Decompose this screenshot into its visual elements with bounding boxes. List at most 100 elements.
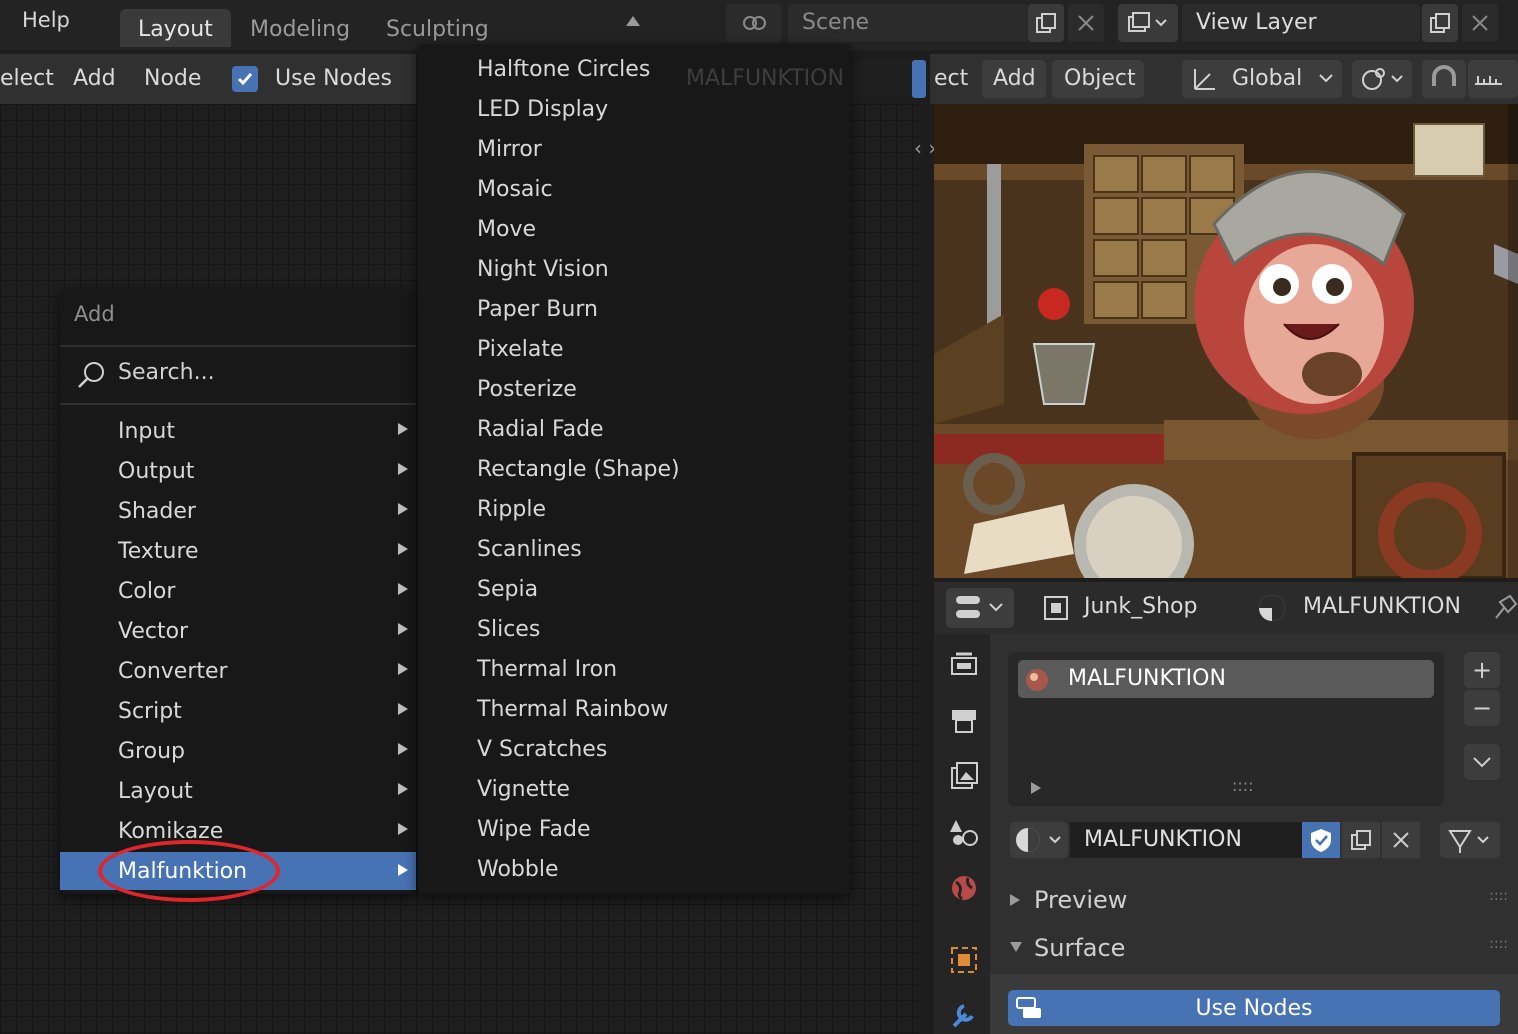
submenu-item[interactable]: Halftone Circles — [477, 57, 650, 97]
tab-world[interactable] — [944, 868, 984, 908]
submenu-item[interactable]: Vignette — [477, 777, 570, 817]
menu-item-label: Converter — [118, 659, 228, 684]
submenu-item[interactable]: Paper Burn — [477, 297, 598, 337]
submenu-item[interactable]: LED Display — [477, 97, 608, 137]
view-layer-delete-icon[interactable] — [1462, 4, 1498, 42]
tab-scene[interactable] — [944, 812, 984, 852]
tab-layout[interactable]: Layout — [120, 9, 231, 47]
viewport-menu-select[interactable]: ect — [934, 66, 968, 91]
submenu-item[interactable]: Scanlines — [477, 537, 582, 577]
search-icon — [76, 360, 106, 390]
menu-item-group[interactable]: Group — [60, 731, 416, 771]
tab-render[interactable] — [944, 644, 984, 684]
view-layer-browse-icon[interactable] — [1118, 4, 1178, 42]
highlight-annotation-ring — [98, 840, 280, 902]
pin-icon[interactable] — [1490, 592, 1518, 624]
material-slot-label: MALFUNKTION — [1068, 666, 1226, 691]
submenu-item[interactable]: Thermal Rainbow — [477, 697, 668, 737]
submenu-arrow-icon — [398, 463, 408, 475]
tab-modeling[interactable]: Modeling — [232, 9, 368, 47]
use-nodes-button[interactable]: Use Nodes — [1008, 990, 1500, 1026]
submenu-item[interactable]: Move — [477, 217, 536, 257]
add-menu-search[interactable]: Search... — [74, 358, 404, 394]
menu-node[interactable]: Node — [144, 66, 201, 91]
submenu-item[interactable]: V Scratches — [477, 737, 607, 777]
submenu-item[interactable]: Wobble — [477, 857, 559, 897]
transform-orientation-icon — [1190, 64, 1220, 94]
menu-item-output[interactable]: Output — [60, 451, 416, 491]
submenu-arrow-icon — [398, 823, 408, 835]
unlink-material-button[interactable] — [1382, 822, 1420, 858]
panel-preview[interactable]: Preview :::: — [1008, 882, 1508, 926]
expand-arrow-icon[interactable] — [1028, 780, 1044, 796]
tab-modifiers[interactable] — [944, 994, 984, 1034]
use-nodes-checkbox[interactable] — [232, 66, 258, 92]
submenu-arrow-icon — [398, 583, 408, 595]
menu-item-input[interactable]: Input — [60, 411, 416, 451]
menu-item-texture[interactable]: Texture — [60, 531, 416, 571]
menu-item-shader[interactable]: Shader — [60, 491, 416, 531]
material-icon — [1256, 592, 1288, 624]
submenu-item[interactable]: Ripple — [477, 497, 546, 537]
duplicate-material-button[interactable] — [1342, 822, 1380, 858]
header-field-partial[interactable] — [850, 60, 918, 98]
object-data-icon — [1040, 592, 1072, 624]
submenu-item[interactable]: Radial Fade — [477, 417, 604, 457]
menu-item-vector[interactable]: Vector — [60, 611, 416, 651]
orientation-label: Global — [1232, 66, 1302, 91]
world-icon — [948, 872, 980, 904]
area-split-icon[interactable]: ‹ › — [914, 136, 936, 160]
submenu-item[interactable]: Mosaic — [477, 177, 553, 217]
slot-specials-button[interactable] — [1464, 744, 1500, 780]
viewport-menu-object[interactable]: Object — [1064, 66, 1136, 91]
viewport-menu-add[interactable]: Add — [993, 66, 1036, 91]
scroll-up-arrow-icon[interactable] — [626, 16, 640, 26]
fake-user-button[interactable] — [1302, 822, 1340, 858]
submenu-arrow-icon — [398, 543, 408, 555]
submenu-item[interactable]: Pixelate — [477, 337, 564, 377]
menu-item-converter[interactable]: Converter — [60, 651, 416, 691]
view-layer-new-icon[interactable] — [1422, 4, 1458, 42]
shield-icon — [1309, 827, 1333, 853]
menu-select[interactable]: elect — [0, 66, 54, 91]
panel-surface[interactable]: Surface :::: — [1008, 930, 1508, 974]
material-slot-row[interactable]: MALFUNKTION — [1018, 660, 1434, 698]
submenu-item[interactable]: Mirror — [477, 137, 542, 177]
scene-delete-icon[interactable] — [1068, 4, 1104, 42]
add-slot-button[interactable]: + — [1464, 652, 1500, 688]
node-tree-icon — [1446, 825, 1496, 855]
resize-grip-icon[interactable]: :::: — [1232, 776, 1254, 795]
drag-handle-icon[interactable]: :::: — [1489, 888, 1508, 904]
submenu-item[interactable]: Slices — [477, 617, 540, 657]
scene-field[interactable]: Scene — [788, 4, 1028, 42]
scene-browse-icon[interactable] — [726, 4, 782, 42]
node-tree-toggle-icon — [1014, 994, 1046, 1022]
tab-output[interactable] — [944, 700, 984, 740]
viewport-render-image[interactable] — [934, 104, 1518, 578]
submenu-item[interactable]: Thermal Iron — [477, 657, 617, 697]
divider — [60, 403, 416, 405]
material-name-field[interactable]: MALFUNKTION — [1070, 822, 1302, 858]
tab-object[interactable] — [944, 940, 984, 980]
submenu-item[interactable]: Night Vision — [477, 257, 609, 297]
submenu-item[interactable]: Rectangle (Shape) — [477, 457, 680, 497]
scene-new-icon[interactable] — [1028, 4, 1064, 42]
submenu-item[interactable]: Posterize — [477, 377, 577, 417]
menu-help[interactable]: Help — [22, 8, 70, 32]
submenu-item[interactable]: Wipe Fade — [477, 817, 591, 857]
menu-add[interactable]: Add — [73, 66, 116, 91]
menu-item-label: Input — [118, 419, 175, 444]
remove-slot-button[interactable]: − — [1464, 690, 1500, 726]
menu-item-label: Output — [118, 459, 194, 484]
fake-user-toggle[interactable] — [912, 60, 926, 98]
view-layer-field[interactable]: View Layer — [1182, 4, 1420, 42]
submenu-arrow-icon — [398, 623, 408, 635]
menu-item-label: Color — [118, 579, 175, 604]
tab-sculpting[interactable]: Sculpting — [368, 9, 507, 47]
submenu-item[interactable]: Sepia — [477, 577, 538, 617]
menu-item-script[interactable]: Script — [60, 691, 416, 731]
menu-item-layout[interactable]: Layout — [60, 771, 416, 811]
menu-item-color[interactable]: Color — [60, 571, 416, 611]
drag-handle-icon[interactable]: :::: — [1489, 936, 1508, 952]
tab-view-layer[interactable] — [944, 756, 984, 796]
